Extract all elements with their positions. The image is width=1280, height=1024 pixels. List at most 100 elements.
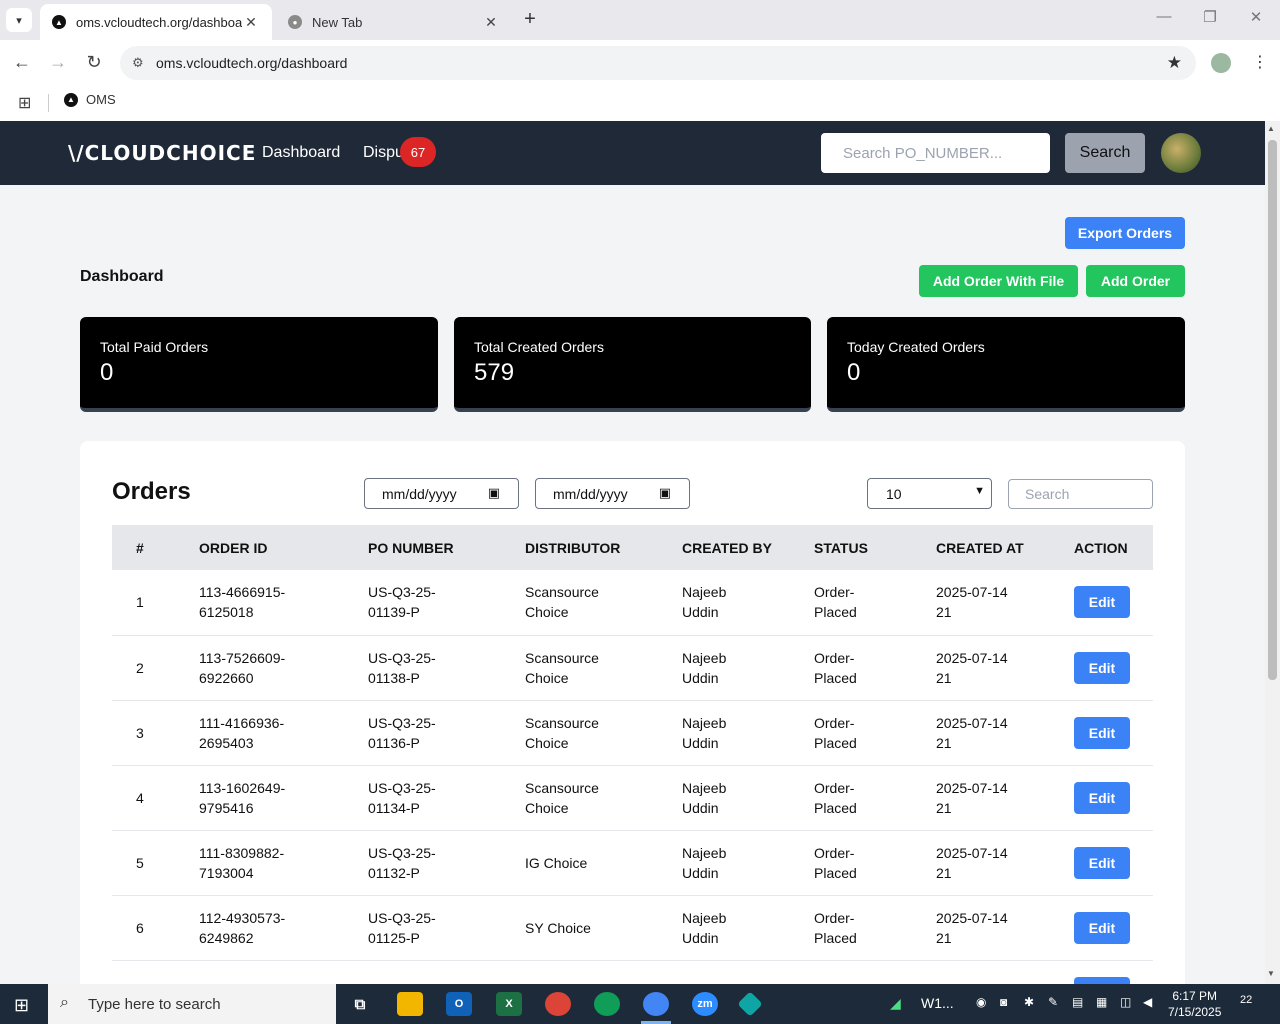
chrome-icon[interactable] — [545, 992, 571, 1016]
cell-line: US-Q3-25- — [368, 714, 436, 731]
tray-chrome-icon[interactable]: ◉ — [976, 995, 986, 1009]
table-row: 1 113-4666915- 6125018 US-Q3-25- 01139-P Scan… — [112, 570, 1153, 635]
outlook-icon[interactable]: O — [446, 992, 472, 1016]
edit-button[interactable]: Edit — [1074, 846, 1130, 879]
cell-line: 2695403 — [199, 734, 254, 751]
nav-disputes[interactable]: Dispu — [363, 144, 404, 162]
cell-line: Choice — [525, 734, 569, 751]
distributor-cell: SY Choice — [525, 895, 682, 960]
tray-volume-icon[interactable]: ◀ — [1143, 995, 1152, 1009]
tab-search-chevron-icon[interactable]: ▾ — [6, 8, 32, 32]
po-number-search-input[interactable] — [821, 133, 1050, 173]
cell-line: Najeeb — [682, 584, 727, 601]
calendar-icon[interactable]: ▣ — [488, 485, 500, 501]
header-search-button[interactable]: Search — [1065, 133, 1145, 173]
tray-settings-icon[interactable]: ✱ — [1024, 995, 1034, 1009]
excel-icon[interactable]: X — [496, 992, 522, 1016]
cell-line: 112-4930573- — [199, 909, 286, 926]
app-diamond-icon[interactable] — [737, 991, 763, 1017]
cell-line: 01136-P — [368, 734, 420, 751]
apps-grid-icon[interactable]: ⊞ — [18, 93, 31, 113]
cell-line: US-Q3-25- — [368, 649, 436, 666]
tray-tools-icon[interactable]: ✎ — [1048, 995, 1058, 1009]
page-title: Dashboard — [80, 268, 164, 285]
scroll-up-arrow-icon[interactable]: ▲ — [1267, 124, 1275, 133]
scrollbar-thumb[interactable] — [1268, 140, 1277, 680]
tray-vpn-icon[interactable]: ▤ — [1072, 995, 1083, 1009]
stat-card-today-created: Today Created Orders 0 — [827, 317, 1185, 412]
cell-line: 9795416 — [199, 799, 254, 816]
site-info-icon[interactable]: ⚙ — [132, 55, 144, 71]
calendar-icon[interactable]: ▣ — [659, 485, 671, 501]
edit-button[interactable]: Edit — [1074, 586, 1130, 619]
window-close-icon[interactable]: ✕ — [1244, 8, 1268, 26]
clock-time: 6:17 PM — [1172, 989, 1218, 1003]
task-view-icon[interactable]: ⧉ — [347, 992, 373, 1016]
browser-toolbar: ← → ↻ ⚙ oms.vcloudtech.org/dashboard ★ — [0, 40, 1280, 86]
pinned-window-label[interactable]: W1... — [921, 995, 954, 1011]
edit-button[interactable]: Edit — [1074, 716, 1130, 749]
cell-line: 111-8309882- — [199, 844, 285, 861]
notification-center-icon[interactable]: 22 — [1240, 994, 1252, 1006]
action-cell: Edit — [1074, 830, 1153, 895]
stat-label: Total Paid Orders — [100, 339, 209, 355]
taskbar-search-placeholder: Type here to search — [88, 995, 221, 1013]
tray-zoom-icon[interactable]: ◙ — [1000, 995, 1007, 1009]
created-by-cell: Najeeb Uddin — [682, 765, 814, 830]
forward-arrow-icon[interactable]: → — [46, 52, 70, 73]
bookmarks-bar: ⊞ ▲ OMS — [0, 86, 1280, 121]
new-tab-plus-icon[interactable]: + — [518, 8, 542, 31]
signal-chart-icon[interactable]: ◢ — [890, 995, 901, 1012]
cell-line: Placed — [814, 929, 857, 946]
bookmark-star-icon[interactable]: ★ — [1167, 53, 1182, 73]
reload-icon[interactable]: ↻ — [82, 52, 106, 73]
cell-line: Order- — [814, 779, 855, 796]
tab-new-tab[interactable]: ● New Tab ✕ — [276, 4, 512, 40]
chrome-profile-icon[interactable] — [594, 992, 620, 1016]
tray-network-icon[interactable]: ▦ — [1096, 995, 1107, 1009]
system-clock[interactable]: 6:17 PM 7/15/2025 — [1168, 988, 1221, 1020]
date-from-input[interactable]: mm/dd/yyyy ▣ — [364, 478, 519, 509]
cell-line: 01132-P — [368, 864, 420, 881]
cell-line: Placed — [814, 734, 857, 751]
page-size-select[interactable]: 10 ▼ — [867, 478, 992, 509]
cell-line: Najeeb — [682, 714, 727, 731]
column-header: ACTION — [1074, 539, 1128, 556]
close-tab-icon[interactable]: ✕ — [242, 14, 260, 31]
address-bar[interactable]: ⚙ oms.vcloudtech.org/dashboard ★ — [120, 46, 1196, 80]
nav-dashboard[interactable]: Dashboard — [262, 144, 340, 162]
taskbar-search-box[interactable]: ⌕ Type here to search — [48, 984, 336, 1024]
windows-start-icon[interactable]: ⊞ — [14, 995, 29, 1016]
table-row: 4 113-1602649- 9795416 US-Q3-25- 01134-P Scan… — [112, 765, 1153, 830]
edit-button[interactable]: Edit — [1074, 911, 1130, 944]
column-header: CREATED AT — [936, 539, 1024, 556]
row-number-text: 2 — [136, 659, 144, 676]
chrome-favicon-icon: ● — [288, 15, 302, 29]
bookmark-oms[interactable]: ▲ OMS — [64, 92, 116, 107]
file-explorer-icon[interactable] — [397, 992, 423, 1016]
browser-menu-icon[interactable]: ⋮ — [1252, 52, 1268, 72]
date-to-input[interactable]: mm/dd/yyyy ▣ — [535, 478, 690, 509]
orders-search-input[interactable] — [1008, 479, 1153, 509]
scroll-down-arrow-icon[interactable]: ▼ — [1267, 969, 1275, 978]
zoom-icon[interactable]: zm — [692, 992, 718, 1016]
edit-button[interactable]: Edit — [1074, 781, 1130, 814]
cell-line: Scansource — [525, 779, 599, 796]
restore-icon[interactable]: ❐ — [1198, 8, 1222, 26]
back-arrow-icon[interactable]: ← — [10, 52, 34, 73]
close-tab-icon[interactable]: ✕ — [482, 14, 500, 31]
export-orders-button[interactable]: Export Orders — [1065, 217, 1185, 249]
tray-wifi-icon[interactable]: ◫ — [1120, 995, 1131, 1009]
distributor-cell: Scansource Choice — [525, 635, 682, 700]
cloudchoice-logo[interactable]: \/CLOUDCHOICE — [68, 141, 256, 165]
tab-dashboard[interactable]: ▲ oms.vcloudtech.org/dashboard ✕ — [40, 4, 272, 40]
add-order-with-file-button[interactable]: Add Order With File — [919, 265, 1078, 297]
add-order-button[interactable]: Add Order — [1086, 265, 1185, 297]
cell-line: Order- — [814, 649, 855, 666]
cell-line: 2025-07-14 — [936, 844, 1008, 861]
user-avatar[interactable] — [1161, 133, 1201, 173]
browser-profile-icon[interactable] — [1211, 53, 1231, 73]
edit-button[interactable]: Edit — [1074, 651, 1130, 684]
minimize-icon[interactable]: — — [1152, 8, 1176, 25]
chrome-active-icon[interactable] — [643, 992, 669, 1016]
